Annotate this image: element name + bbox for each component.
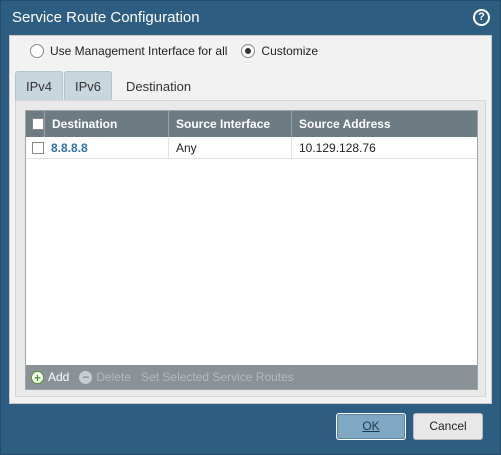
- source-address-cell: 10.129.128.76: [291, 137, 477, 159]
- use-management-interface-radio[interactable]: [30, 44, 44, 58]
- use-management-interface-label[interactable]: Use Management Interface for all: [50, 44, 227, 58]
- tab-bar: IPv4 IPv6 Destination: [15, 71, 205, 101]
- column-header-source-address[interactable]: Source Address: [291, 111, 477, 137]
- tab-destination[interactable]: Destination: [113, 71, 205, 101]
- customize-label[interactable]: Customize: [261, 44, 318, 58]
- ok-button[interactable]: OK: [336, 413, 406, 440]
- delete-button[interactable]: − Delete: [79, 370, 131, 384]
- column-header-destination[interactable]: Destination: [44, 111, 170, 137]
- destination-panel: Destination Source Interface Source Addr…: [15, 100, 486, 397]
- source-interface-cell: Any: [168, 137, 292, 159]
- cancel-button[interactable]: Cancel: [413, 413, 483, 440]
- dialog-title: Service Route Configuration: [12, 9, 200, 26]
- add-button[interactable]: + Add: [31, 370, 69, 384]
- grid-header: Destination Source Interface Source Addr…: [26, 111, 477, 137]
- mode-radio-group: Use Management Interface for all Customi…: [30, 43, 332, 59]
- delete-label: Delete: [96, 370, 132, 384]
- column-header-source-interface[interactable]: Source Interface: [168, 111, 292, 137]
- service-route-dialog: Service Route Configuration ? Use Manage…: [0, 0, 501, 455]
- row-checkbox[interactable]: [32, 142, 44, 154]
- tab-ipv4[interactable]: IPv4: [15, 71, 64, 101]
- destination-grid: Destination Source Interface Source Addr…: [25, 110, 478, 390]
- grid-toolbar: + Add − Delete Set Selected Service Rout…: [26, 365, 477, 389]
- add-label: Add: [48, 370, 70, 384]
- delete-icon: −: [79, 370, 93, 384]
- ok-label: OK: [362, 419, 380, 433]
- destination-cell[interactable]: 8.8.8.8: [44, 137, 170, 159]
- dialog-content: Use Management Interface for all Customi…: [9, 35, 492, 404]
- set-selected-label: Set Selected Service Routes: [141, 370, 294, 384]
- table-row[interactable]: 8.8.8.8 Any 10.129.128.76: [26, 137, 477, 159]
- set-selected-service-routes-button[interactable]: Set Selected Service Routes: [141, 370, 294, 384]
- help-icon[interactable]: ?: [473, 9, 490, 26]
- tab-ipv6[interactable]: IPv6: [64, 71, 113, 101]
- select-all-checkbox[interactable]: [32, 118, 44, 130]
- customize-radio[interactable]: [241, 44, 256, 58]
- add-icon: +: [31, 370, 44, 384]
